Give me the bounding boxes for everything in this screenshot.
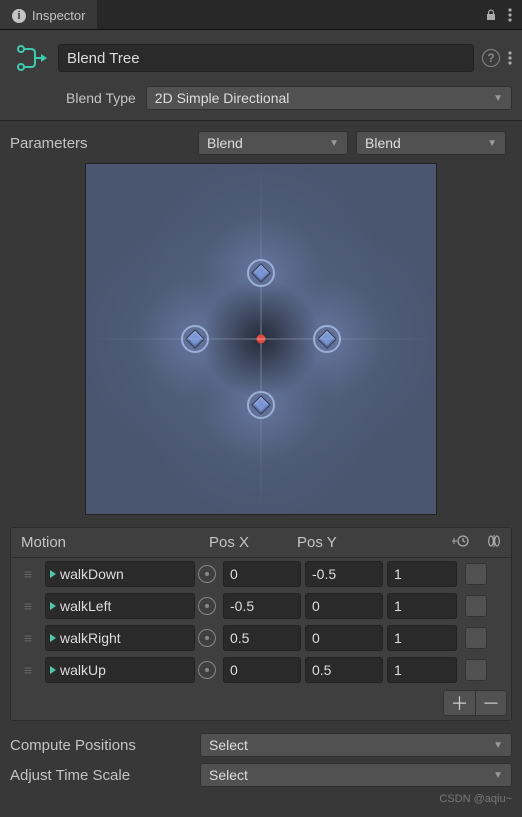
blend-cursor[interactable] — [257, 335, 266, 344]
blend-type-row: Blend Type 2D Simple Directional ▼ — [0, 82, 522, 121]
header-name-row: ? — [0, 30, 522, 82]
motion-clip-field[interactable]: walkLeft — [45, 593, 195, 619]
motion-row: ≡ walkLeft — [11, 590, 511, 622]
chevron-down-icon: ▼ — [493, 93, 503, 104]
chevron-down-icon: ▼ — [493, 770, 503, 781]
motion-row: ≡ walkUp — [11, 654, 511, 686]
timescale-icon — [451, 534, 469, 551]
posy-input[interactable] — [305, 593, 383, 619]
motion-clip-name: walkLeft — [60, 598, 111, 614]
mirror-checkbox[interactable] — [465, 563, 487, 585]
info-icon: i — [12, 9, 26, 23]
posx-input[interactable] — [223, 593, 301, 619]
param-x-dropdown[interactable]: Blend ▼ — [198, 131, 348, 155]
param-y-value: Blend — [365, 135, 401, 151]
object-picker-icon[interactable] — [198, 597, 216, 615]
blend-type-dropdown[interactable]: 2D Simple Directional ▼ — [146, 86, 512, 110]
chevron-down-icon: ▼ — [487, 138, 497, 149]
object-picker-icon[interactable] — [198, 565, 216, 583]
parameters-row: Parameters Blend ▼ Blend ▼ — [10, 131, 512, 155]
posx-input[interactable] — [223, 625, 301, 651]
compute-positions-value: Select — [209, 737, 248, 753]
remove-motion-button[interactable]: － — [475, 690, 507, 716]
clip-icon — [50, 570, 56, 578]
blend-visualization[interactable] — [85, 163, 437, 515]
motion-clip-name: walkDown — [60, 566, 124, 582]
mirror-icon — [487, 534, 501, 551]
blend-point[interactable] — [313, 325, 341, 353]
blend-point[interactable] — [247, 259, 275, 287]
speed-input[interactable] — [387, 625, 457, 651]
drag-handle-icon[interactable]: ≡ — [15, 662, 41, 678]
tab-title: Inspector — [32, 8, 85, 23]
help-icon[interactable]: ? — [482, 49, 500, 67]
motion-clip-field[interactable]: walkRight — [45, 625, 195, 651]
motion-clip-field[interactable]: walkDown — [45, 561, 195, 587]
asset-name-field[interactable] — [58, 44, 474, 72]
adjust-timescale-value: Select — [209, 767, 248, 783]
posy-input[interactable] — [305, 561, 383, 587]
lock-icon[interactable] — [484, 8, 498, 22]
mirror-checkbox[interactable] — [465, 595, 487, 617]
adjust-timescale-label: Adjust Time Scale — [10, 767, 190, 784]
motion-list-footer: ＋ － — [11, 686, 511, 720]
adjust-timescale-dropdown[interactable]: Select ▼ — [200, 763, 512, 787]
clip-icon — [50, 666, 56, 674]
chevron-down-icon: ▼ — [329, 138, 339, 149]
blend-type-value: 2D Simple Directional — [155, 90, 290, 106]
object-picker-icon[interactable] — [198, 661, 216, 679]
motion-row: ≡ walkDown — [11, 558, 511, 590]
mirror-checkbox[interactable] — [465, 627, 487, 649]
motion-clip-name: walkRight — [60, 630, 121, 646]
posx-input[interactable] — [223, 657, 301, 683]
mirror-checkbox[interactable] — [465, 659, 487, 681]
motion-clip-name: walkUp — [60, 662, 106, 678]
posy-input[interactable] — [305, 625, 383, 651]
col-motion: Motion — [21, 534, 201, 551]
tab-bar: i Inspector — [0, 0, 522, 30]
component-menu-icon[interactable] — [508, 51, 512, 65]
param-x-value: Blend — [207, 135, 243, 151]
motion-list: Motion Pos X Pos Y ≡ walkDown ≡ walkLeft ≡ wa… — [10, 527, 512, 721]
motion-row: ≡ walkRight — [11, 622, 511, 654]
drag-handle-icon[interactable]: ≡ — [15, 630, 41, 646]
posx-input[interactable] — [223, 561, 301, 587]
blend-point[interactable] — [247, 391, 275, 419]
drag-handle-icon[interactable]: ≡ — [15, 598, 41, 614]
clip-icon — [50, 602, 56, 610]
compute-positions-label: Compute Positions — [10, 737, 190, 754]
compute-positions-row: Compute Positions Select ▼ — [10, 733, 512, 757]
posy-input[interactable] — [305, 657, 383, 683]
motion-list-header: Motion Pos X Pos Y — [11, 528, 511, 558]
blendtree-icon — [10, 38, 50, 78]
speed-input[interactable] — [387, 657, 457, 683]
object-picker-icon[interactable] — [198, 629, 216, 647]
drag-handle-icon[interactable]: ≡ — [15, 566, 41, 582]
chevron-down-icon: ▼ — [493, 740, 503, 751]
kebab-icon[interactable] — [508, 8, 512, 22]
clip-icon — [50, 634, 56, 642]
inspector-tab[interactable]: i Inspector — [0, 0, 97, 29]
col-posx: Pos X — [209, 534, 289, 551]
col-posy: Pos Y — [297, 534, 377, 551]
watermark: CSDN @aqiu~ — [439, 793, 512, 805]
blend-type-label: Blend Type — [66, 90, 136, 106]
adjust-timescale-row: Adjust Time Scale Select ▼ — [10, 763, 512, 787]
param-y-dropdown[interactable]: Blend ▼ — [356, 131, 506, 155]
speed-input[interactable] — [387, 593, 457, 619]
blend-point[interactable] — [181, 325, 209, 353]
parameters-label: Parameters — [10, 135, 190, 152]
add-motion-button[interactable]: ＋ — [443, 690, 475, 716]
speed-input[interactable] — [387, 561, 457, 587]
motion-clip-field[interactable]: walkUp — [45, 657, 195, 683]
compute-positions-dropdown[interactable]: Select ▼ — [200, 733, 512, 757]
